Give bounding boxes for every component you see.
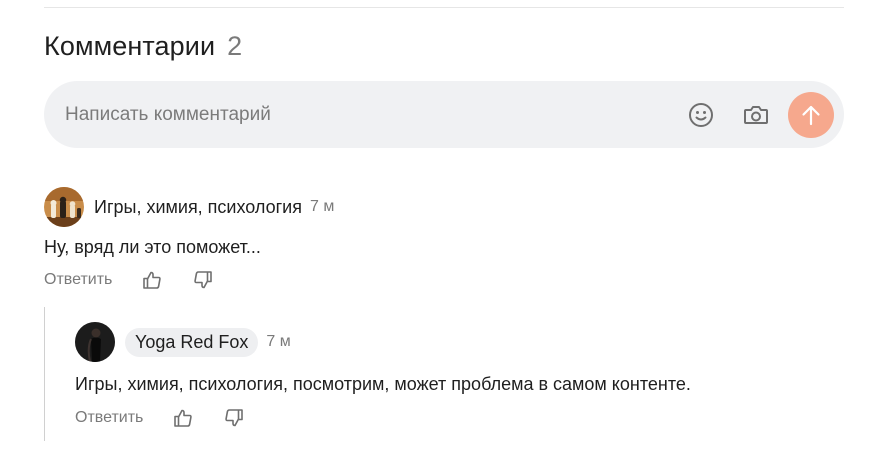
send-button[interactable]: [788, 92, 834, 138]
author-chip[interactable]: Yoga Red Fox: [125, 327, 259, 357]
camera-icon: [744, 106, 768, 124]
comment-actions: Ответить: [44, 269, 824, 291]
dislike-button[interactable]: [223, 407, 245, 429]
author-name: Yoga Red Fox: [135, 331, 249, 352]
camera-button[interactable]: [741, 100, 771, 130]
thumbs-up-icon: [143, 271, 162, 289]
comment-time: 7 м: [266, 333, 291, 350]
comment-time: 7 м: [309, 198, 335, 215]
reply-button[interactable]: Ответить: [44, 271, 112, 289]
reply-comment: Yoga Red Fox 7 м Игры, химия, психология…: [75, 322, 835, 429]
like-button[interactable]: [141, 269, 163, 291]
arrow-up-icon: [802, 105, 820, 126]
top-divider: [44, 7, 844, 8]
thumbs-down-icon: [225, 409, 244, 427]
comment-input[interactable]: [65, 103, 625, 126]
like-button[interactable]: [172, 407, 194, 429]
thumbs-down-icon: [194, 271, 213, 289]
smiley-face-icon: [689, 103, 713, 127]
comment-text: Ну, вряд ли это поможет...: [44, 237, 261, 257]
author-name[interactable]: Игры, химия, психология: [94, 197, 302, 218]
reply-button[interactable]: Ответить: [75, 409, 143, 427]
avatar[interactable]: [75, 322, 115, 362]
comment-text: Игры, химия, психология, посмотрим, може…: [75, 374, 691, 394]
comment-composer: [44, 81, 844, 148]
person-silhouette-avatar: [75, 322, 115, 362]
comment: Игры, химия, психология 7 м Ну, вряд ли …: [44, 187, 824, 291]
comment-header: Yoga Red Fox 7 м: [75, 322, 835, 362]
dislike-button[interactable]: [192, 269, 214, 291]
chess-pieces-avatar: [44, 187, 84, 227]
reply-thread-line: [44, 307, 45, 441]
comments-heading: Комментарии 2: [44, 29, 242, 63]
comment-header: Игры, химия, психология 7 м: [44, 187, 824, 227]
emoji-button[interactable]: [686, 100, 716, 130]
comments-title: Комментарии: [44, 31, 216, 61]
comment-actions: Ответить: [75, 407, 835, 429]
avatar[interactable]: [44, 187, 84, 227]
thumbs-up-icon: [174, 409, 193, 427]
comments-count: 2: [227, 31, 243, 61]
